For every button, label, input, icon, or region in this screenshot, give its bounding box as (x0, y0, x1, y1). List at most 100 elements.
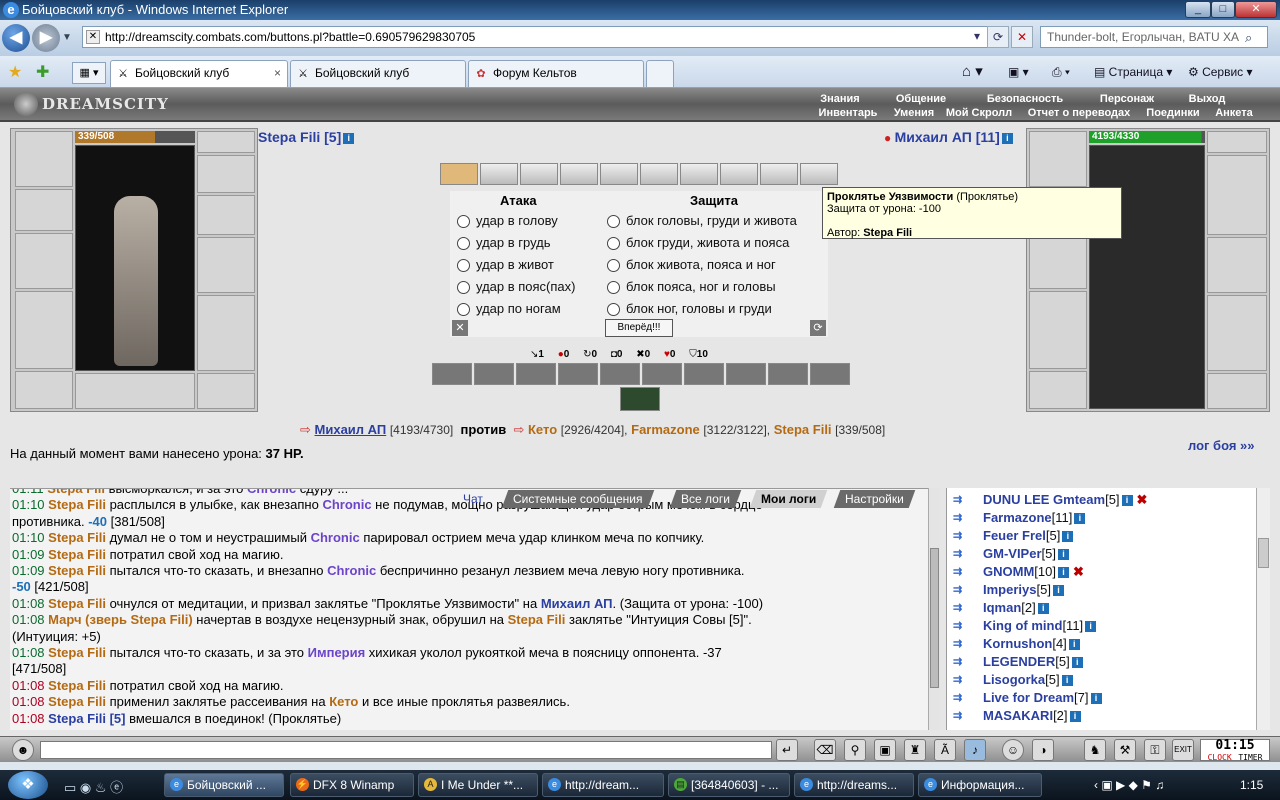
shield-toggle-icon[interactable]: ✕ (452, 320, 468, 336)
curse-scroll-slot[interactable] (440, 163, 478, 185)
tab-chat[interactable]: Чат (452, 490, 494, 508)
info-icon[interactable]: i (1037, 603, 1049, 614)
players-scroll-thumb[interactable] (1258, 538, 1269, 568)
info-icon[interactable]: i (1085, 621, 1097, 632)
player-name[interactable]: Kornushon (983, 636, 1052, 651)
player-name[interactable]: King of mind (983, 618, 1062, 633)
back-button[interactable]: ◀ (2, 24, 30, 52)
scroll-slot[interactable] (640, 163, 678, 185)
technique-icon[interactable] (558, 363, 598, 385)
player-name[interactable]: Farmazone (983, 510, 1052, 525)
menu-inventory[interactable]: Инвентарь (812, 106, 884, 120)
feeds-icon[interactable]: ▣ ▾ (1008, 64, 1029, 80)
enemy-boots-slot[interactable] (1207, 373, 1267, 409)
task-dream-2[interactable]: e http://dreams... (794, 773, 914, 797)
send-icon[interactable]: ↵ (776, 739, 798, 761)
tray-icons[interactable]: ‹ ▣ ▶ ◆ ⚑ ♫ (1094, 770, 1164, 800)
enemy-legs-slot[interactable] (1207, 295, 1267, 371)
enemy-helmet-slot[interactable] (1029, 131, 1087, 187)
menu-my-scroll[interactable]: Мой Скролл (942, 106, 1016, 120)
scroll-slot[interactable] (560, 163, 598, 185)
player-arrow-icon[interactable]: ⇉ (953, 655, 977, 669)
forward-button[interactable]: ▶ (32, 24, 60, 52)
chat-scroll-thumb[interactable] (930, 548, 939, 688)
menu-exit[interactable]: Выход (1174, 92, 1240, 106)
player-name[interactable]: DUNU LEE Gmteam (983, 492, 1105, 507)
search-icon[interactable]: ⌕ (1245, 30, 1252, 46)
legs-slot[interactable] (197, 295, 255, 371)
add-favorite-icon[interactable]: ✚ (36, 62, 49, 82)
tab-forum[interactable]: ✿ Форум Кельтов (468, 60, 644, 87)
enemy-weapon-slot[interactable] (1029, 233, 1087, 289)
menu-battles[interactable]: Поединки (1142, 106, 1204, 120)
music-icon[interactable]: ♪ (964, 739, 986, 761)
url-input[interactable]: ✕ http://dreamscity.combats.com/buttons.… (82, 26, 988, 48)
chat-target[interactable]: -50 (12, 579, 31, 594)
chat-actor[interactable]: Stepa Fili (48, 694, 106, 709)
history-dropdown-icon[interactable]: ▼ (62, 32, 72, 43)
technique-icon[interactable] (768, 363, 808, 385)
player-arrow-icon[interactable]: ⇉ (953, 583, 977, 597)
gloves-slot[interactable] (197, 195, 255, 235)
task-winamp[interactable]: ⚡ DFX 8 Winamp (290, 773, 414, 797)
task-boytsovsky[interactable]: e Бойцовский ... (164, 773, 284, 797)
player-entry[interactable]: ⇉ LEGENDER[5] i (953, 654, 1083, 670)
maximize-button[interactable]: □ (1211, 1, 1235, 18)
chat-actor[interactable]: Stepa Fili (48, 497, 106, 512)
minimize-button[interactable]: _ (1185, 1, 1211, 18)
player-arrow-icon[interactable]: ⇉ (953, 673, 977, 687)
player-name[interactable]: Stepa Fili [5] i (258, 129, 355, 145)
player-arrow-icon[interactable]: ⇉ (953, 619, 977, 633)
technique-icon[interactable] (684, 363, 724, 385)
player-name[interactable]: Lisogorka (983, 672, 1045, 687)
home-icon[interactable]: ⌂ ▾ (962, 64, 983, 80)
player-name[interactable]: Live for Dream (983, 690, 1074, 705)
chat-actor[interactable]: Stepa Fili (48, 547, 106, 562)
person-icon[interactable]: ♜ (904, 739, 926, 761)
chat-actor[interactable]: Stepa Fili (48, 678, 106, 693)
bag-icon[interactable]: ♞ (1084, 739, 1106, 761)
filter-icon[interactable]: ⚲ (844, 739, 866, 761)
technique-icon[interactable] (642, 363, 682, 385)
chat-target[interactable]: Михаил АП (541, 596, 613, 611)
player-arrow-icon[interactable]: ⇉ (953, 637, 977, 651)
chat-actor[interactable]: Stepa Fili [5] (48, 711, 125, 726)
url-dropdown-icon[interactable]: ▾ (966, 26, 988, 48)
ally-farmazone[interactable]: Farmazone (631, 422, 700, 437)
technique-icon[interactable] (516, 363, 556, 385)
chat-target[interactable]: Chronic (311, 530, 360, 545)
chat-target[interactable]: Империя (308, 645, 366, 660)
player-arrow-icon[interactable]: ⇉ (953, 565, 977, 579)
exit-icon[interactable]: EXIT (1172, 739, 1194, 761)
ally-keto[interactable]: Кето (528, 422, 557, 437)
info-icon[interactable]: i (1062, 531, 1074, 542)
refresh-icon[interactable]: ⟳ (987, 26, 1009, 48)
info-icon[interactable]: i (1069, 711, 1081, 722)
tab-boytsovsky-2[interactable]: ⚔ Бойцовский клуб (290, 60, 466, 87)
tab-my-logs[interactable]: Мои логи (749, 490, 828, 508)
close-window-button[interactable]: ✕ (1235, 1, 1277, 18)
armor-slot[interactable] (15, 291, 73, 369)
player-entry[interactable]: ⇉ GNOMM[10] i ✖ (953, 564, 1084, 580)
forward-button[interactable]: Вперёд!!! (605, 319, 673, 337)
enemy-armor-slot[interactable] (1029, 291, 1087, 369)
player-name[interactable]: Feuer Frel (983, 528, 1046, 543)
technique-icon[interactable] (810, 363, 850, 385)
enemy-shield-slot[interactable] (1207, 237, 1267, 293)
scroll-slot[interactable] (680, 163, 718, 185)
player-name[interactable]: Iqman (983, 600, 1021, 615)
enemy-amulet-slot[interactable] (1207, 131, 1267, 153)
boots-slot[interactable] (197, 373, 255, 409)
player-entry[interactable]: ⇉ MASAKARI[2] i (953, 708, 1081, 724)
start-button[interactable]: ❖ (8, 771, 48, 799)
menu-communication[interactable]: Общение (878, 92, 964, 106)
print-icon[interactable]: ⎙ ▾ (1052, 64, 1070, 80)
tab-close-icon[interactable]: × (274, 61, 281, 86)
quick-tabs-button[interactable]: ▦ ▾ (72, 62, 106, 84)
info-icon[interactable]: i (1068, 639, 1080, 650)
task-dream-1[interactable]: e http://dream... (542, 773, 664, 797)
info-icon[interactable]: i (1001, 133, 1013, 144)
chat-actor[interactable]: Марч (зверь Stepa Fili) (48, 612, 193, 627)
page-menu[interactable]: ▤ Страница ▾ (1094, 64, 1172, 80)
player-entry[interactable]: ⇉ Lisogorka[5] i (953, 672, 1073, 688)
